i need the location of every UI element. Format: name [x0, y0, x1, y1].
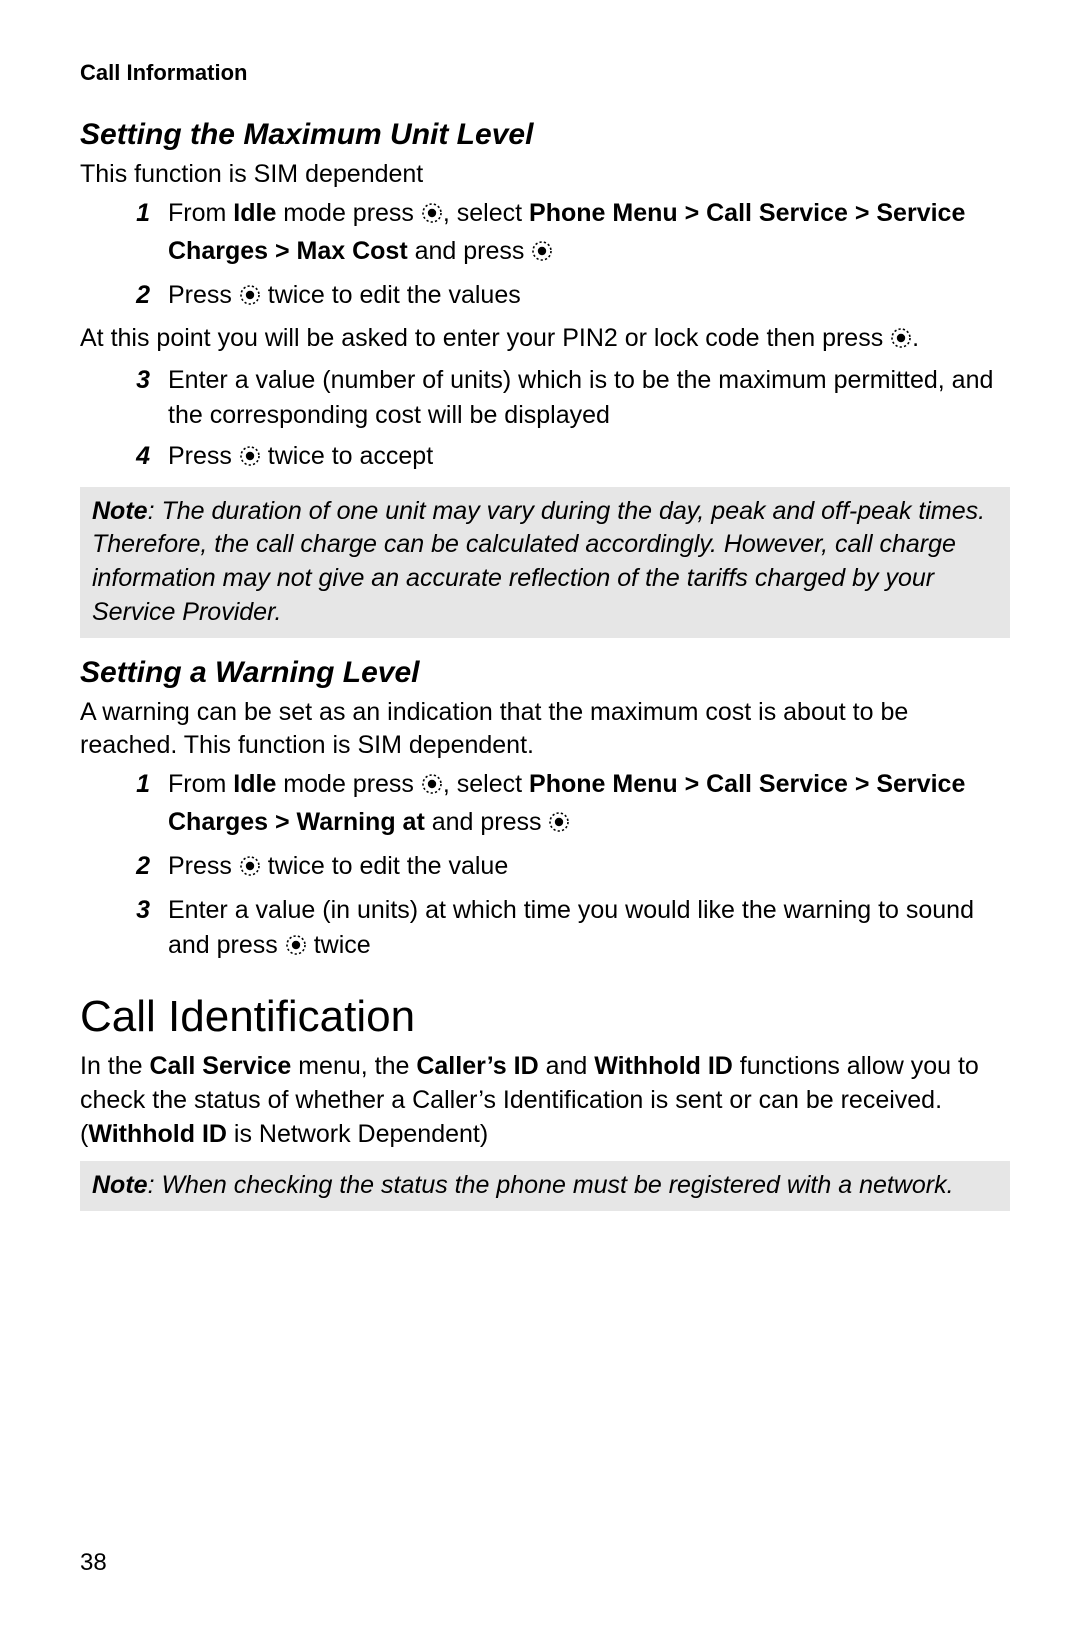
note-label: Note	[92, 497, 148, 525]
steps-warning: 1 From Idle mode press , select Phone Me…	[80, 767, 1010, 966]
text-fragment: and press	[425, 808, 549, 836]
text-fragment: , select	[443, 770, 529, 798]
heading-max-unit-level: Setting the Maximum Unit Level	[80, 118, 1010, 152]
step-number: 3	[110, 363, 168, 433]
steps-max-unit-b: 3 Enter a value (number of units) which …	[80, 363, 1010, 477]
intro-max-unit: This function is SIM dependent	[80, 158, 1010, 192]
text-bold: Call Service	[150, 1052, 292, 1080]
mid-paragraph: At this point you will be asked to enter…	[80, 322, 1010, 359]
steps-max-unit-a: 1 From Idle mode press , select Phone Me…	[80, 196, 1010, 316]
text-fragment: and	[539, 1052, 595, 1080]
text-fragment: twice to edit the values	[261, 281, 521, 309]
page-number: 38	[80, 1549, 107, 1577]
text-bold: Idle	[233, 199, 276, 227]
text-fragment: and press	[408, 237, 532, 265]
note-label: Note	[92, 1171, 148, 1199]
text-fragment: twice to accept	[261, 442, 433, 470]
step-text: Enter a value (number of units) which is…	[168, 363, 1010, 433]
text-fragment: mode press	[276, 199, 421, 227]
text-fragment: Press	[168, 852, 239, 880]
text-fragment: At this point you will be asked to enter…	[80, 324, 890, 352]
heading-warning-level: Setting a Warning Level	[80, 656, 1010, 690]
step-text: From Idle mode press , select Phone Menu…	[168, 767, 1010, 843]
text-fragment: mode press	[276, 770, 421, 798]
text-bold: Caller’s ID	[416, 1052, 538, 1080]
step-number: 2	[110, 849, 168, 887]
note-text: : The duration of one unit may vary duri…	[92, 497, 985, 626]
navigation-key-icon	[239, 281, 261, 316]
text-fragment: , select	[443, 199, 529, 227]
text-fragment: Press	[168, 281, 239, 309]
text-fragment: .	[912, 324, 919, 352]
step-text: From Idle mode press , select Phone Menu…	[168, 196, 1010, 272]
navigation-key-icon	[531, 237, 553, 272]
step-text: Press twice to edit the value	[168, 849, 1010, 887]
text-bold: Withhold ID	[88, 1120, 227, 1148]
text-fragment: From	[168, 199, 233, 227]
step-number: 1	[110, 767, 168, 843]
note-box: Note: When checking the status the phone…	[80, 1161, 1010, 1211]
navigation-key-icon	[239, 852, 261, 887]
note-box: Note: The duration of one unit may vary …	[80, 487, 1010, 638]
note-text: : When checking the status the phone mus…	[148, 1171, 954, 1199]
navigation-key-icon	[421, 199, 443, 234]
step-text: Enter a value (in units) at which time y…	[168, 893, 1010, 966]
step-number: 2	[110, 278, 168, 316]
text-fragment: is Network Dependent)	[227, 1120, 488, 1148]
text-fragment: Press	[168, 442, 239, 470]
navigation-key-icon	[421, 770, 443, 805]
running-header: Call Information	[80, 60, 1010, 86]
step-number: 1	[110, 196, 168, 272]
step-text: Press twice to edit the values	[168, 278, 1010, 316]
intro-warning: A warning can be set as an indication th…	[80, 696, 1010, 764]
text-fragment: twice	[307, 931, 371, 959]
navigation-key-icon	[548, 808, 570, 843]
navigation-key-icon	[285, 931, 307, 966]
navigation-key-icon	[890, 325, 912, 359]
text-bold: Withhold ID	[594, 1052, 733, 1080]
step-text: Press twice to accept	[168, 439, 1010, 477]
text-fragment: twice to edit the value	[261, 852, 508, 880]
heading-call-identification: Call Identification	[80, 992, 1010, 1042]
paragraph-call-id: In the Call Service menu, the Caller’s I…	[80, 1050, 1010, 1151]
text-fragment: From	[168, 770, 233, 798]
navigation-key-icon	[239, 442, 261, 477]
text-fragment: menu, the	[291, 1052, 416, 1080]
step-number: 4	[110, 439, 168, 477]
text-bold: Idle	[233, 770, 276, 798]
step-number: 3	[110, 893, 168, 966]
text-fragment: In the	[80, 1052, 150, 1080]
